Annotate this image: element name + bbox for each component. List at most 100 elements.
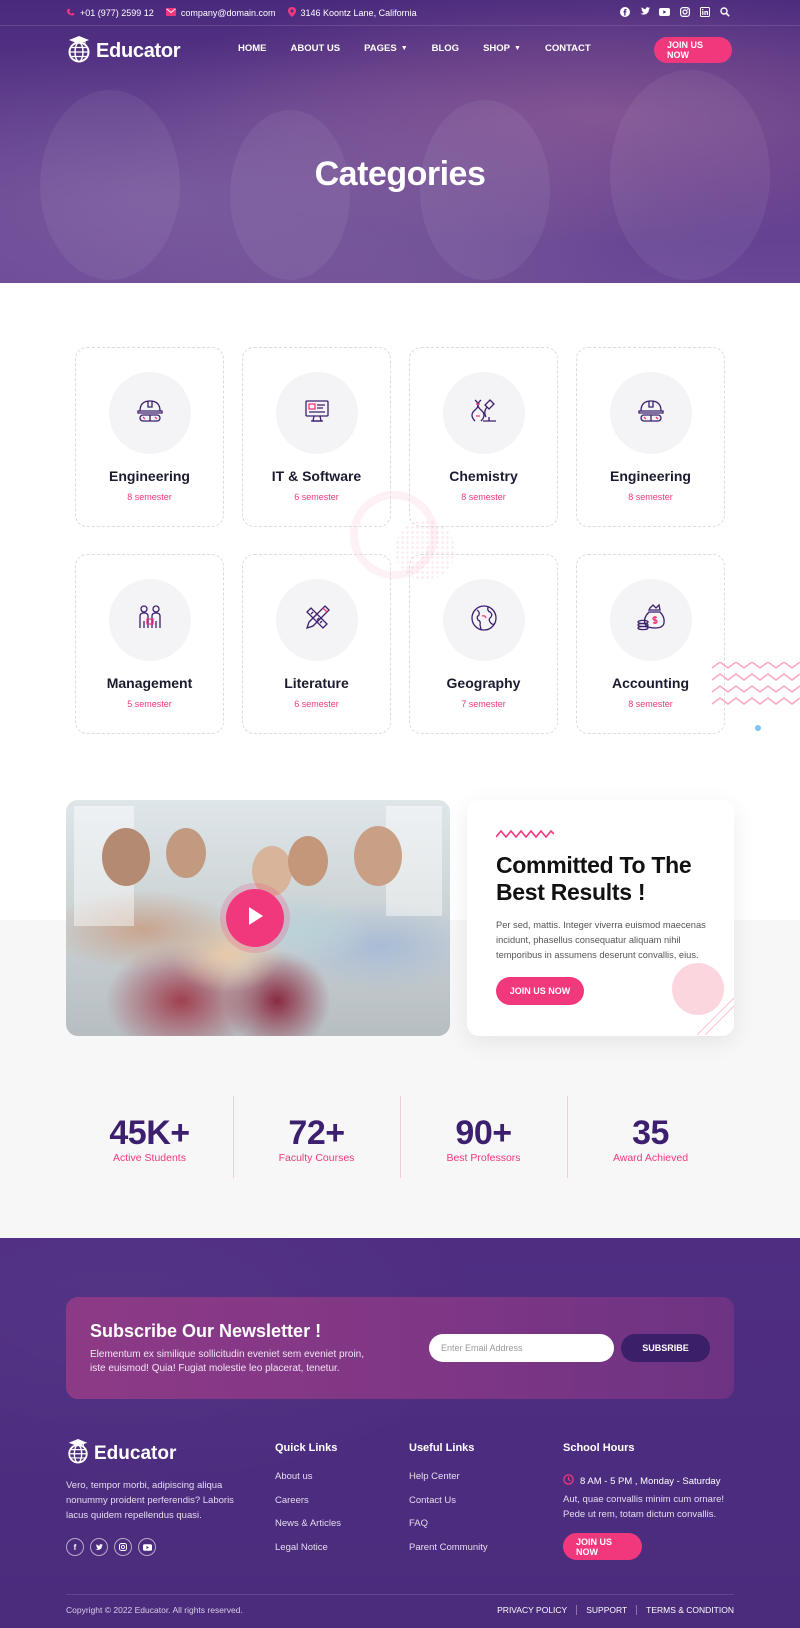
category-name: Literature: [284, 675, 349, 691]
category-semester: 8 semester: [461, 492, 506, 502]
pencil-ruler-icon: [301, 602, 333, 639]
committed-description: Per sed, mattis. Integer viverra euismod…: [496, 920, 706, 960]
category-card[interactable]: Accounting 8 semester: [576, 554, 725, 734]
footer-about: Vero, tempor morbi, adipiscing aliqua no…: [66, 1480, 234, 1521]
category-icon-wrap: [276, 372, 358, 454]
category-icon-wrap: [610, 579, 692, 661]
nav-about-us[interactable]: ABOUT US: [291, 43, 341, 54]
committed-title: Committed To The Best Results !: [496, 852, 692, 905]
clock-icon: [563, 1474, 574, 1488]
footer-link-legal[interactable]: Legal Notice: [275, 1542, 341, 1566]
quick-links-column: Quick Links About us Careers News & Arti…: [275, 1442, 341, 1565]
category-card[interactable]: Engineering 8 semester: [75, 347, 224, 527]
category-card[interactable]: Management 5 semester: [75, 554, 224, 734]
site-logo[interactable]: Educator: [66, 35, 181, 68]
footer-join-button[interactable]: JOIN US NOW: [563, 1533, 642, 1560]
twitter-icon[interactable]: [639, 6, 650, 17]
category-name: Geography: [446, 675, 521, 691]
logo-text: Educator: [96, 40, 181, 62]
stats-section: 45K+ Active Students 72+ Faculty Courses…: [66, 1096, 734, 1178]
footer-link-parent[interactable]: Parent Community: [409, 1542, 488, 1566]
support-link[interactable]: SUPPORT: [576, 1605, 636, 1615]
main-header: Educator HOME ABOUT US PAGES ▼ BLOG SHOP ▼…: [0, 26, 800, 72]
footer-link-careers[interactable]: Careers: [275, 1495, 341, 1519]
engineering-helmet-icon: [134, 395, 166, 432]
stat-label: Best Professors: [446, 1152, 521, 1164]
newsletter-description: Elementum ex similique sollicitudin even…: [90, 1349, 365, 1374]
join-us-header-button[interactable]: JOIN US NOW: [654, 37, 732, 63]
video-thumbnail[interactable]: [66, 800, 450, 1036]
category-card[interactable]: IT & Software 6 semester: [242, 347, 391, 527]
footer-link-about[interactable]: About us: [275, 1471, 341, 1495]
main-nav: HOME ABOUT US PAGES ▼ BLOG SHOP ▼ CONTACT: [238, 43, 591, 54]
footer-logo-text: Educator: [94, 1442, 177, 1464]
category-name: Accounting: [612, 675, 689, 691]
linkedin-icon[interactable]: [699, 6, 710, 17]
student-figure: [102, 828, 150, 886]
decorative-dot: [755, 725, 761, 731]
footer-link-contact[interactable]: Contact Us: [409, 1495, 488, 1519]
zigzag-decoration: [712, 662, 800, 705]
footer-logo[interactable]: Educator: [66, 1438, 176, 1469]
mail-icon: [165, 8, 176, 18]
category-semester: 6 semester: [294, 492, 339, 502]
instagram-icon[interactable]: [114, 1538, 132, 1556]
nav-blog[interactable]: BLOG: [432, 43, 459, 54]
category-card[interactable]: Chemistry 8 semester: [409, 347, 558, 527]
facebook-icon[interactable]: [619, 6, 630, 17]
top-bar: +01 (977) 2599 12 company@domain.com 314…: [0, 0, 800, 26]
youtube-icon[interactable]: [659, 6, 670, 17]
facebook-icon[interactable]: f: [66, 1538, 84, 1556]
nav-pages[interactable]: PAGES ▼: [364, 43, 408, 54]
nav-label: HOME: [238, 43, 267, 54]
nav-contact[interactable]: CONTACT: [545, 43, 591, 54]
nav-label: SHOP: [483, 43, 511, 54]
engineering-helmet-icon: [635, 395, 667, 432]
subscribe-button[interactable]: SUBSRIBE: [621, 1334, 710, 1362]
legal-links: PRIVACY POLICY SUPPORT TERMS & CONDITION: [488, 1605, 734, 1615]
nav-label: ABOUT US: [290, 43, 341, 54]
footer-bottom-bar: Copyright © 2022 Educator. All rights re…: [66, 1594, 734, 1615]
stat-label: Faculty Courses: [278, 1152, 355, 1164]
useful-links-heading: Useful Links: [409, 1442, 475, 1454]
caret-down-icon: ▼: [400, 45, 408, 52]
location-pin-icon: [287, 7, 296, 19]
email-item[interactable]: company@domain.com: [165, 7, 276, 19]
category-semester: 6 semester: [294, 699, 339, 709]
topbar-social: [619, 6, 730, 17]
stat-number: 72+: [288, 1114, 345, 1152]
contact-info: +01 (977) 2599 12 company@domain.com 314…: [66, 7, 417, 19]
graduation-globe-icon: [66, 35, 92, 68]
twitter-icon[interactable]: [90, 1538, 108, 1556]
stat-number: 35: [632, 1114, 669, 1152]
graduation-globe-icon: [66, 1438, 90, 1469]
privacy-policy-link[interactable]: PRIVACY POLICY: [488, 1605, 576, 1615]
newsletter-title: Subscribe Our Newsletter !: [90, 1321, 322, 1341]
student-figure: [354, 826, 402, 886]
play-video-button[interactable]: [226, 889, 284, 947]
phone-item[interactable]: +01 (977) 2599 12: [66, 7, 154, 19]
category-card[interactable]: Geography 7 semester: [409, 554, 558, 734]
category-icon-wrap: [109, 372, 191, 454]
youtube-icon[interactable]: [138, 1538, 156, 1556]
footer-link-help[interactable]: Help Center: [409, 1471, 488, 1495]
caret-down-icon: ▼: [514, 45, 521, 52]
join-us-button[interactable]: JOIN US NOW: [496, 977, 584, 1005]
nav-shop[interactable]: SHOP ▼: [483, 43, 521, 54]
search-icon[interactable]: [719, 6, 730, 17]
nav-label: CONTACT: [544, 43, 591, 54]
address-item: 3146 Koontz Lane, California: [287, 7, 417, 19]
category-name: Engineering: [610, 468, 691, 484]
stat-item: 90+ Best Professors: [400, 1096, 567, 1178]
category-card[interactable]: Literature 6 semester: [242, 554, 391, 734]
footer-link-news[interactable]: News & Articles: [275, 1518, 341, 1542]
play-icon: [246, 906, 264, 931]
instagram-icon[interactable]: [679, 6, 690, 17]
newsletter-email-input[interactable]: [429, 1334, 614, 1362]
terms-link[interactable]: TERMS & CONDITION: [636, 1605, 734, 1615]
school-hours-time: 8 AM - 5 PM , Monday - Saturday: [563, 1474, 720, 1488]
nav-home[interactable]: HOME: [238, 43, 267, 54]
decorative-lines: [697, 997, 734, 1035]
footer-link-faq[interactable]: FAQ: [409, 1518, 488, 1542]
category-card[interactable]: Engineering 8 semester: [576, 347, 725, 527]
